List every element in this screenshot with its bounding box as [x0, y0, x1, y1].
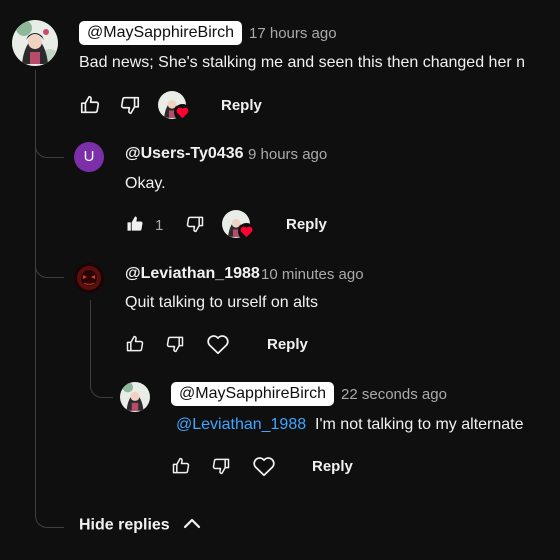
comment-text: Okay.	[125, 175, 166, 192]
reply-button[interactable]: Reply	[267, 336, 308, 353]
like-count: 1	[155, 217, 164, 234]
comment-body: I'm not talking to my alternate	[315, 416, 524, 433]
thread-connector	[35, 130, 64, 158]
chevron-up-icon	[182, 516, 202, 535]
hide-replies-button[interactable]: Hide replies	[79, 516, 202, 535]
reply-button[interactable]: Reply	[286, 216, 327, 233]
dislike-icon[interactable]	[165, 334, 185, 354]
mention-link[interactable]: @Leviathan_1988	[176, 416, 306, 433]
dislike-icon[interactable]	[211, 456, 231, 476]
timestamp[interactable]: 22 seconds ago	[341, 386, 447, 403]
reply-button[interactable]: Reply	[312, 458, 353, 475]
like-icon[interactable]	[171, 456, 191, 476]
heart-icon	[238, 223, 255, 245]
comment-text: Quit talking to urself on alts	[125, 294, 318, 311]
author-handle[interactable]: @Leviathan_1988	[125, 265, 260, 283]
heart-icon[interactable]	[251, 453, 277, 479]
like-icon[interactable]	[79, 94, 101, 116]
avatar[interactable]	[120, 382, 150, 412]
reply-button[interactable]: Reply	[221, 97, 262, 114]
heart-icon[interactable]	[205, 331, 231, 357]
thread-connector	[35, 490, 64, 528]
heart-icon	[174, 104, 191, 126]
thread-connector	[35, 250, 64, 278]
like-icon[interactable]	[125, 334, 145, 354]
avatar[interactable]	[12, 20, 58, 66]
author-handle[interactable]: @Users-Ty0436	[125, 145, 243, 163]
avatar[interactable]: U	[74, 142, 104, 172]
like-icon-filled[interactable]	[125, 214, 145, 234]
avatar[interactable]	[74, 263, 104, 293]
timestamp[interactable]: 17 hours ago	[249, 25, 337, 42]
comment-text: Bad news; She's stalking me and seen thi…	[79, 54, 526, 71]
timestamp[interactable]: 10 minutes ago	[261, 266, 364, 283]
thread-connector	[90, 360, 113, 398]
hide-replies-label: Hide replies	[79, 516, 170, 534]
dislike-icon[interactable]	[119, 94, 141, 116]
comment-text: @Leviathan_1988 I'm not talking to my al…	[176, 416, 524, 434]
author-chip[interactable]: @MaySapphireBirch	[79, 21, 242, 45]
avatar-letter: U	[83, 148, 95, 165]
dislike-icon[interactable]	[185, 214, 205, 234]
author-chip[interactable]: @MaySapphireBirch	[171, 382, 334, 406]
timestamp[interactable]: 9 hours ago	[248, 146, 327, 163]
